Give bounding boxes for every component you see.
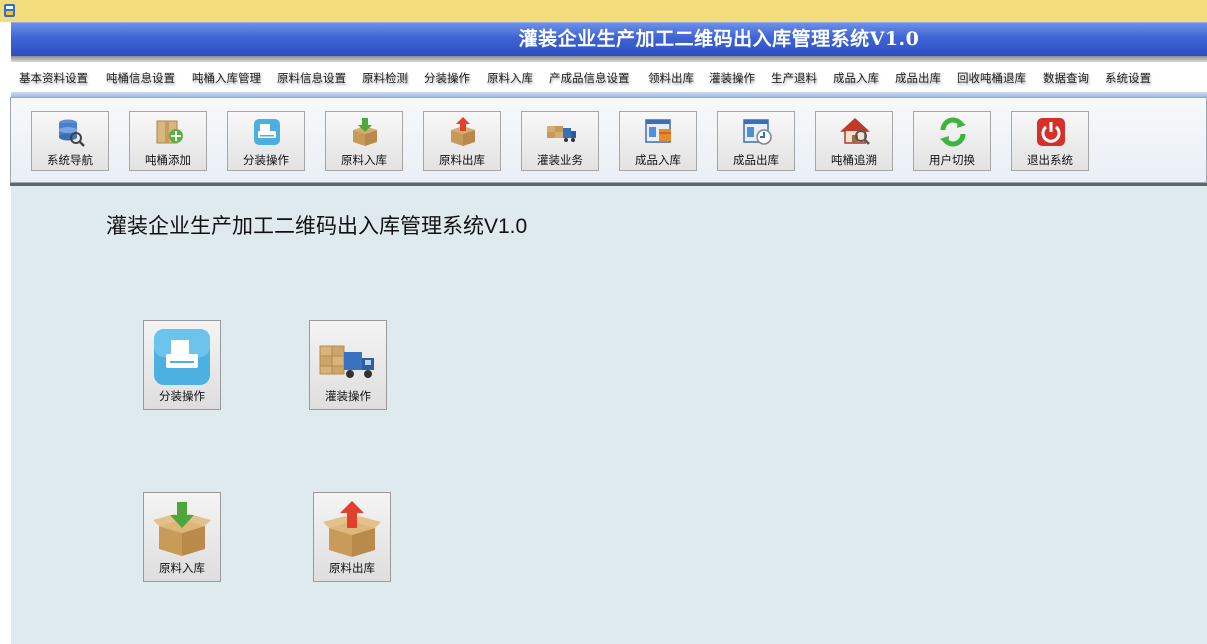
material-outbound-button[interactable]: 原料出库 (423, 111, 501, 171)
box-in-icon (153, 502, 211, 556)
power-icon (1037, 118, 1065, 146)
menu-item-product-outbound[interactable]: 成品出库 (895, 70, 941, 86)
shortcut-material-inbound[interactable]: 原料入库 (143, 492, 221, 582)
exit-system-button[interactable]: 退出系统 (1011, 111, 1089, 171)
product-inbound-button[interactable]: 成品入库 (619, 111, 697, 171)
shortcut-filling-operation-label: 灌装操作 (325, 389, 371, 403)
top-strip (0, 0, 1207, 22)
menu-bar: 基本资料设置 吨桶信息设置 吨桶入库管理 原料信息设置 原料检测 分装操作 原料… (11, 62, 1207, 92)
truck-icon (547, 126, 576, 142)
window-titlebar: 灌装企业生产加工二维码出入库管理系统V1.0 (11, 22, 1207, 56)
window-in-icon (645, 119, 671, 143)
main-panel: 灌装企业生产加工二维码出入库管理系统V1.0 分装操作 灌装操作 原料入库 原料… (11, 186, 1207, 644)
product-inbound-button-label: 成品入库 (635, 153, 681, 167)
menu-item-product-inbound[interactable]: 成品入库 (833, 70, 879, 86)
app-icon (4, 4, 15, 17)
nav-button[interactable]: 系统导航 (31, 111, 109, 171)
menu-item-material-inbound[interactable]: 原料入库 (487, 70, 533, 86)
menu-item-production-return[interactable]: 生产退料 (771, 70, 817, 86)
window-out-icon (743, 119, 772, 145)
shortcut-filling-operation[interactable]: 灌装操作 (309, 320, 387, 410)
drum-trace-button-label: 吨桶追溯 (831, 153, 877, 167)
box-add-icon (156, 120, 183, 144)
switch-user-button-label: 用户切换 (929, 153, 975, 167)
printer-icon (154, 329, 210, 385)
menu-item-basic-settings[interactable]: 基本资料设置 (19, 70, 88, 86)
product-outbound-button[interactable]: 成品出库 (717, 111, 795, 171)
material-inbound-button[interactable]: 原料入库 (325, 111, 403, 171)
box-out-icon (451, 117, 475, 146)
product-outbound-button-label: 成品出库 (733, 153, 779, 167)
menu-item-material-info[interactable]: 原料信息设置 (277, 70, 346, 86)
box-out-icon (323, 501, 381, 557)
exit-system-button-label: 退出系统 (1027, 153, 1073, 167)
printer-icon (254, 119, 280, 145)
split-operation-button[interactable]: 分装操作 (227, 111, 305, 171)
truck-icon (319, 345, 374, 378)
shortcut-material-outbound-label: 原料出库 (329, 561, 375, 575)
menu-item-drum-info[interactable]: 吨桶信息设置 (106, 70, 175, 86)
menu-item-material-issue[interactable]: 领料出库 (648, 70, 694, 86)
shortcut-material-inbound-label: 原料入库 (159, 561, 205, 575)
menu-item-split-operation[interactable]: 分装操作 (424, 70, 470, 86)
menu-item-data-query[interactable]: 数据查询 (1043, 70, 1089, 86)
menu-item-drum-recycle-return[interactable]: 回收吨桶退库 (957, 70, 1026, 86)
filling-business-button-label: 灌装业务 (537, 153, 583, 167)
add-drum-button[interactable]: 吨桶添加 (129, 111, 207, 171)
menu-item-system-settings[interactable]: 系统设置 (1105, 70, 1151, 86)
shortcut-split-operation[interactable]: 分装操作 (143, 320, 221, 410)
window-title: 灌装企业生产加工二维码出入库管理系统V1.0 (518, 28, 920, 50)
page-title: 灌装企业生产加工二维码出入库管理系统V1.0 (106, 215, 528, 238)
nav-button-label: 系统导航 (47, 153, 93, 167)
material-outbound-button-label: 原料出库 (439, 153, 485, 167)
drum-trace-button[interactable]: 吨桶追溯 (815, 111, 893, 171)
box-in-icon (353, 118, 377, 146)
split-operation-button-label: 分装操作 (243, 153, 289, 167)
shortcut-split-operation-label: 分装操作 (159, 389, 205, 403)
toolbar: 系统导航 吨桶添加 分装操作 原料入库 原料出库 灌装业务 成品入库 成品出库 … (10, 97, 1207, 183)
switch-user-button[interactable]: 用户切换 (913, 111, 991, 171)
material-inbound-button-label: 原料入库 (341, 153, 387, 167)
menu-item-product-info[interactable]: 产成品信息设置 (549, 70, 630, 86)
refresh-icon (940, 117, 966, 147)
filling-business-button[interactable]: 灌装业务 (521, 111, 599, 171)
database-search-icon (59, 119, 85, 147)
menu-item-drum-inbound[interactable]: 吨桶入库管理 (192, 70, 261, 86)
menu-item-filling-operation[interactable]: 灌装操作 (709, 70, 755, 86)
add-drum-button-label: 吨桶添加 (145, 153, 191, 167)
shortcut-material-outbound[interactable]: 原料出库 (313, 492, 391, 582)
house-search-icon (840, 117, 870, 145)
menu-item-material-inspection[interactable]: 原料检测 (362, 70, 408, 86)
